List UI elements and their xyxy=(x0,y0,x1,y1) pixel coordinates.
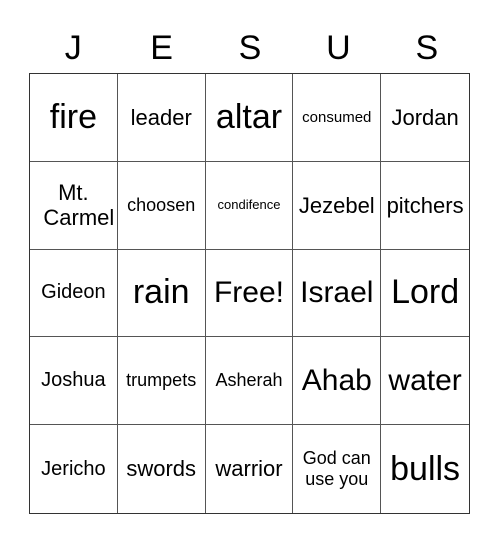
bingo-cell[interactable]: Ahab xyxy=(293,337,382,426)
bingo-cell[interactable]: consumed xyxy=(293,74,382,162)
bingo-cell[interactable]: Jordan xyxy=(381,74,469,162)
bingo-cell[interactable]: warrior xyxy=(206,425,294,513)
bingo-cell[interactable]: God can use you xyxy=(293,425,382,513)
cell-label: altar xyxy=(215,97,283,136)
cell-label: Jezebel xyxy=(298,192,375,218)
header-letter: S xyxy=(238,29,262,67)
bingo-cell[interactable]: leader xyxy=(117,74,206,162)
cell-label: Free! xyxy=(213,275,284,309)
bingo-header: J E S U S xyxy=(29,24,471,72)
bingo-cell[interactable]: choosen xyxy=(117,161,206,250)
bingo-cell[interactable]: Joshua xyxy=(30,337,118,426)
bingo-cell[interactable]: rain xyxy=(117,249,206,338)
cell-label: Joshua xyxy=(41,369,106,392)
cell-label: Asherah xyxy=(215,370,283,391)
cell-label: Mt. Carmel xyxy=(43,179,115,231)
cell-label: Jordan xyxy=(391,104,459,130)
cell-label: choosen xyxy=(127,194,196,215)
bingo-cell[interactable]: Israel xyxy=(293,249,382,338)
bingo-cell[interactable]: Jezebel xyxy=(293,161,382,250)
bingo-cell[interactable]: altar xyxy=(205,74,294,162)
cell-label: Israel xyxy=(300,275,374,309)
free-space-cell[interactable]: Free! xyxy=(205,249,294,338)
bingo-cell[interactable]: fire xyxy=(30,74,118,162)
header-letter: E xyxy=(150,29,173,67)
bingo-grid: fire leader altar consumed Jordan Mt. Carmel c… xyxy=(29,73,470,514)
cell-label: Gideon xyxy=(41,281,106,304)
cell-label: warrior xyxy=(215,456,283,482)
bingo-cell[interactable]: condifence xyxy=(205,161,294,250)
cell-label: swords xyxy=(126,456,197,482)
cell-label: fire xyxy=(49,97,98,136)
header-letter: S xyxy=(415,29,439,67)
bingo-cell[interactable]: Mt. Carmel xyxy=(30,161,118,250)
bingo-cell[interactable]: Lord xyxy=(381,250,469,338)
cell-label: God can use you xyxy=(302,448,371,490)
bingo-cell[interactable]: bulls xyxy=(381,425,469,513)
cell-label: leader xyxy=(130,104,192,130)
cell-label: Jericho xyxy=(41,457,106,480)
cell-label: bulls xyxy=(390,449,461,488)
cell-label: Ahab xyxy=(301,363,372,397)
cell-label: water xyxy=(388,363,462,397)
bingo-cell[interactable]: pitchers xyxy=(381,162,469,250)
cell-label: rain xyxy=(132,273,190,312)
bingo-cell[interactable]: water xyxy=(381,337,469,426)
bingo-cell[interactable]: Asherah xyxy=(205,337,294,426)
cell-label: trumpets xyxy=(126,370,197,391)
header-letter: U xyxy=(326,29,351,67)
bingo-cell[interactable]: Jericho xyxy=(30,425,118,513)
cell-label: Lord xyxy=(391,273,460,312)
bingo-cell[interactable]: Gideon xyxy=(30,249,118,338)
cell-label: pitchers xyxy=(386,192,464,218)
cell-label: consumed xyxy=(302,108,372,126)
bingo-cell[interactable]: trumpets xyxy=(117,337,206,426)
cell-label: condifence xyxy=(217,196,281,212)
bingo-cell[interactable]: swords xyxy=(118,425,206,513)
header-letter: J xyxy=(64,29,82,67)
